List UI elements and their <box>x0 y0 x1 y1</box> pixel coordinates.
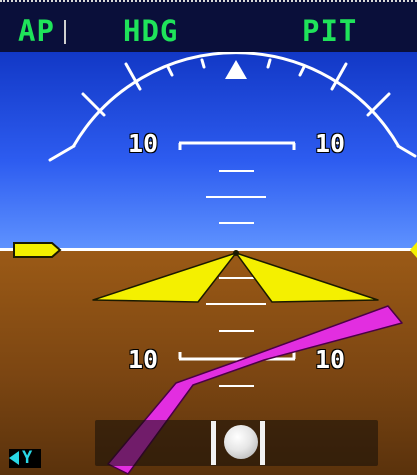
fma-vertical-mode: PIT <box>302 14 358 48</box>
fma-divider <box>64 20 66 44</box>
mode-indicator-text: Y <box>22 448 33 468</box>
flight-mode-annunciator: AP HDG PIT <box>0 0 417 52</box>
attitude-indicator: 10 10 10 10 Y AP HDG PIT <box>0 0 417 475</box>
left-triangle-icon <box>9 451 19 465</box>
mode-indicator-graphics <box>9 451 19 465</box>
fma-autopilot-mode: AP <box>18 14 55 48</box>
fma-lateral-mode: HDG <box>123 14 179 48</box>
